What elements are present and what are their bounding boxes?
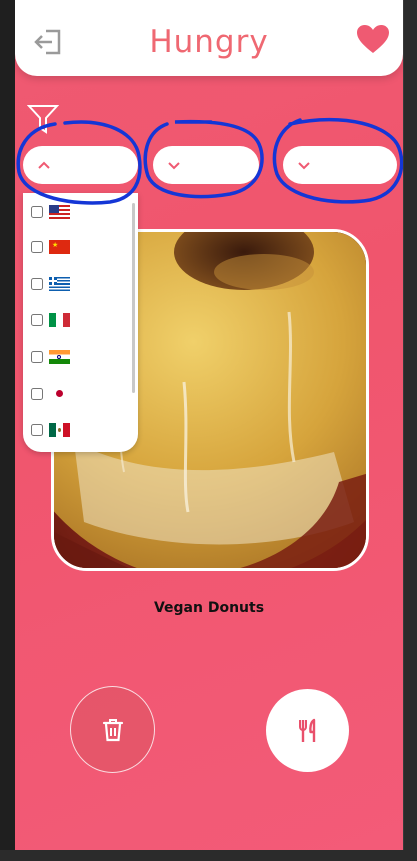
japan-flag-icon [49,387,70,401]
cuisine-option-japan[interactable] [31,384,70,404]
dropdown-scrollbar[interactable] [132,203,135,393]
cuisine-checkbox[interactable] [31,278,43,290]
cuisine-option-us[interactable] [31,202,70,222]
cuisine-checkbox[interactable] [31,351,43,363]
cuisine-checkbox[interactable] [31,206,43,218]
eat-button[interactable] [266,689,349,772]
app-title: Hungry [149,24,269,60]
china-flag-icon: ★ [49,240,70,254]
cuisine-checkbox[interactable] [31,314,43,326]
window-frame-bottom [0,850,417,861]
trash-icon [102,718,123,741]
cuisine-dropdown[interactable] [23,146,138,184]
second-dropdown[interactable] [153,146,259,184]
greece-flag-icon [49,277,70,291]
app-header: Hungry [15,0,403,76]
cuisine-checkbox[interactable] [31,388,43,400]
india-flag-icon [49,350,70,364]
italy-flag-icon [49,313,70,327]
chevron-up-icon [38,161,50,169]
chevron-down-icon [168,162,180,170]
favorites-button[interactable] [355,22,391,56]
food-name: Vegan Donuts [153,600,265,616]
heart-icon [357,25,389,53]
app-screen: Hungry ★ Vegan Donuts [15,0,403,850]
cuisine-option-italy[interactable] [31,310,70,330]
cuisine-checkbox[interactable] [31,241,43,253]
cuisine-option-mexico[interactable] [31,420,70,440]
cuisine-option-greece[interactable] [31,274,70,294]
delete-button[interactable] [70,686,155,773]
window-frame-right [403,0,417,861]
cuisine-checkbox[interactable] [31,424,43,436]
chevron-down-icon [298,162,310,170]
cuisine-option-china[interactable]: ★ [31,237,70,257]
cuisine-dropdown-menu: ★ [23,193,138,452]
us-flag-icon [49,205,70,219]
cuisine-option-india[interactable] [31,347,70,367]
funnel-icon[interactable] [27,104,59,134]
fork-knife-icon [298,718,315,742]
third-dropdown[interactable] [283,146,397,184]
mexico-flag-icon [49,423,70,437]
